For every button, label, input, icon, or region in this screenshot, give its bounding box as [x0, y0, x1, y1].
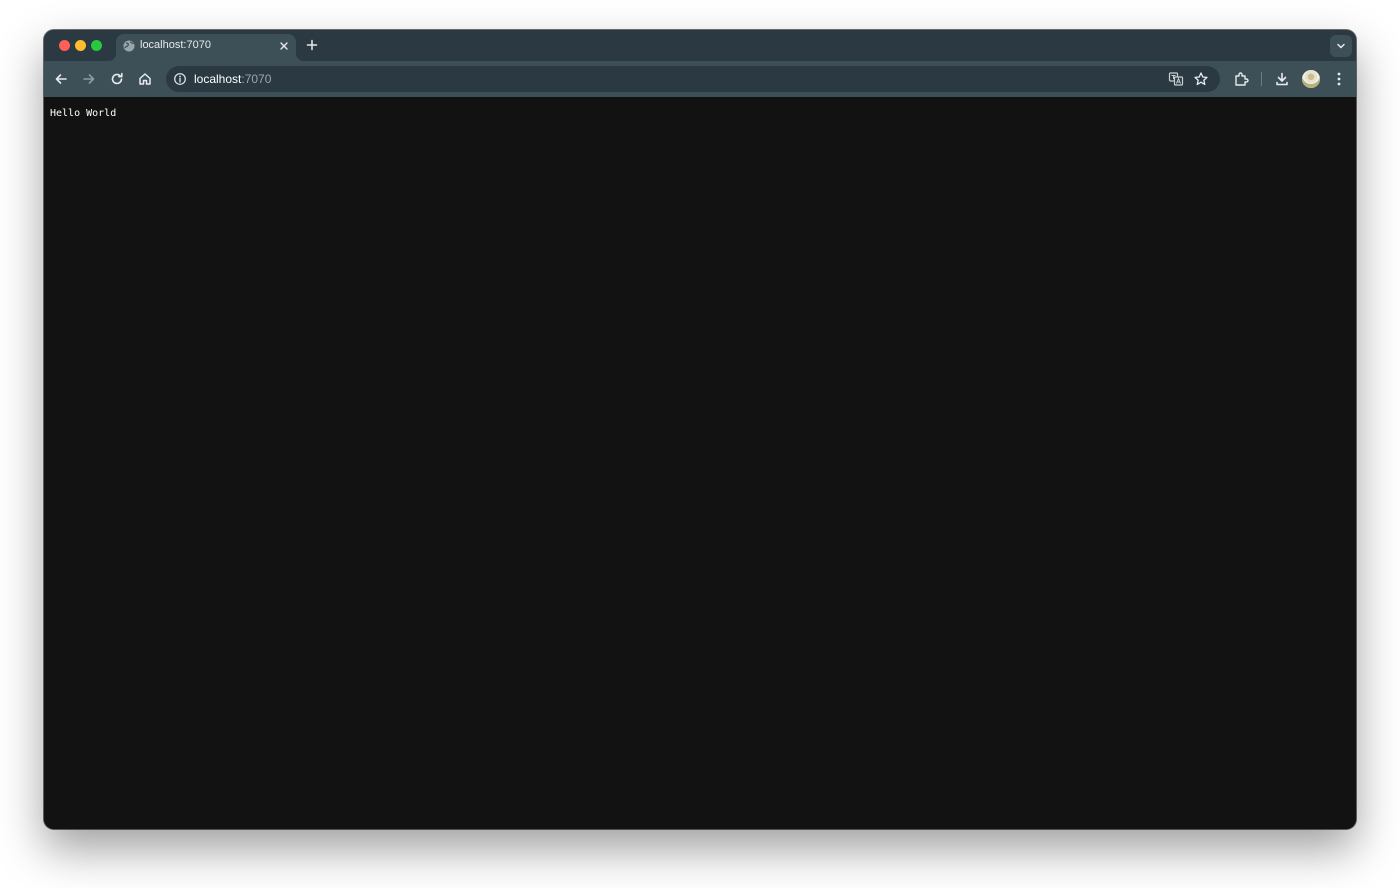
browser-toolbar: localhost:7070: [44, 61, 1356, 97]
close-window-button[interactable]: [59, 40, 70, 51]
tab-title: localhost:7070: [140, 39, 211, 51]
browser-window: localhost:7070 localhost:7070 Hello Worl…: [44, 30, 1356, 829]
home-icon[interactable]: [136, 70, 154, 88]
minimize-window-button[interactable]: [75, 40, 86, 51]
address-bar[interactable]: localhost:7070: [166, 66, 1220, 92]
page-content: Hello World: [44, 97, 1356, 829]
globe-icon: [123, 40, 135, 52]
star-icon[interactable]: [1193, 71, 1209, 87]
translate-icon[interactable]: [1168, 71, 1184, 87]
url-port: :7070: [241, 72, 272, 86]
url-host: localhost: [194, 72, 242, 86]
tab-close-icon[interactable]: [278, 40, 290, 52]
page-text: Hello World: [50, 108, 117, 119]
tab-search-button[interactable]: [1330, 35, 1352, 57]
maximize-window-button[interactable]: [91, 40, 102, 51]
new-tab-icon[interactable]: [305, 38, 319, 52]
chevron-down-icon: [1337, 43, 1345, 49]
avatar[interactable]: [1302, 70, 1320, 88]
reload-icon[interactable]: [108, 70, 126, 88]
forward-icon[interactable]: [80, 70, 98, 88]
back-icon[interactable]: [52, 70, 70, 88]
tab-strip: localhost:7070: [44, 30, 1356, 61]
toolbar-separator: [1261, 72, 1262, 86]
download-icon[interactable]: [1273, 70, 1291, 88]
url-text[interactable]: localhost:7070: [194, 72, 271, 86]
info-icon[interactable]: [173, 72, 187, 86]
tab-localhost[interactable]: localhost:7070: [108, 34, 304, 61]
menu-icon[interactable]: [1330, 70, 1348, 88]
extensions-icon[interactable]: [1232, 70, 1250, 88]
